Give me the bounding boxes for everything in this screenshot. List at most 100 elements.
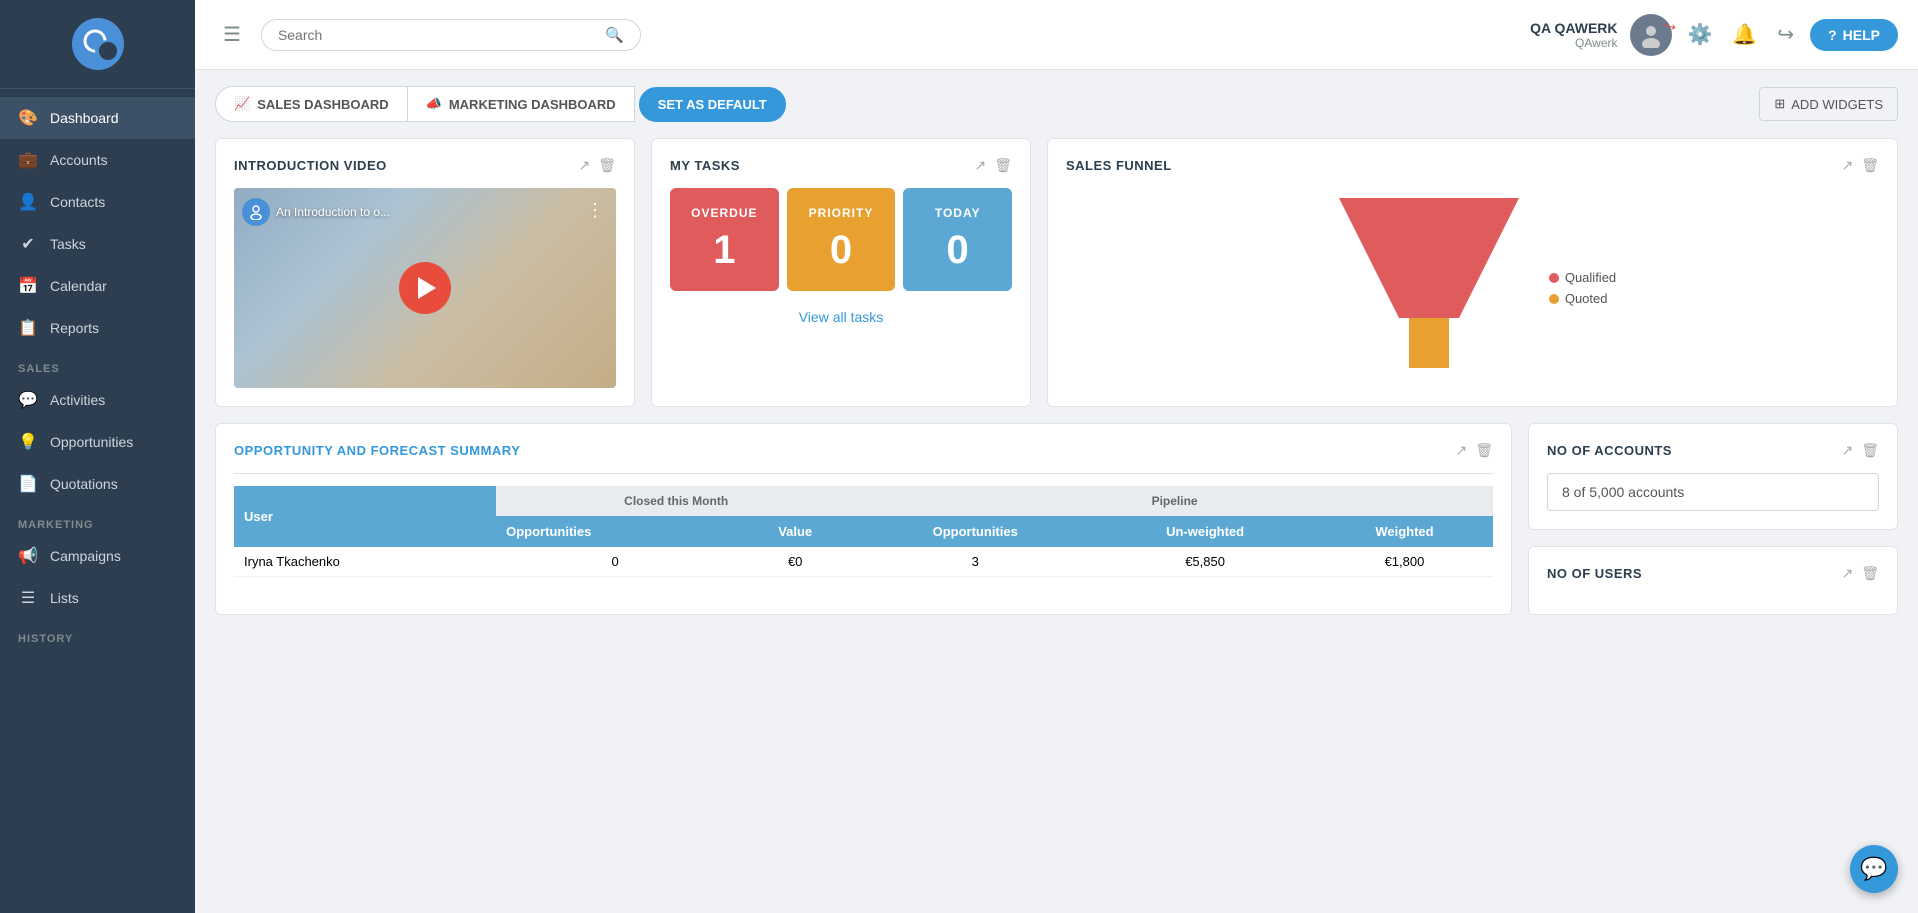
quotations-icon: 📄: [18, 474, 38, 494]
expand-opp-button[interactable]: ↗: [1455, 442, 1467, 459]
tab-marketing-dashboard[interactable]: 📣 MARKETING DASHBOARD: [408, 86, 635, 122]
content-area: 📈 SALES DASHBOARD 📣 MARKETING DASHBOARD …: [195, 70, 1918, 913]
sidebar-item-label: Calendar: [50, 278, 107, 294]
topbar-right: QA QAWERK QAwerk ⚙️ → 🔔 ↪ ? HELP: [1530, 14, 1898, 56]
quoted-label: Quoted: [1565, 291, 1608, 306]
sidebar-item-label: Activities: [50, 392, 105, 408]
sidebar-item-reports[interactable]: 📋 Reports: [0, 307, 195, 349]
section-label-marketing: MARKETING: [0, 505, 195, 535]
sales-funnel-widget: SALES FUNNEL ↗ 🗑: [1047, 138, 1898, 407]
add-widgets-button[interactable]: ⊞ ADD WIDGETS: [1759, 87, 1898, 121]
sidebar-item-contacts[interactable]: 👤 Contacts: [0, 181, 195, 223]
opportunity-widget: OPPORTUNITY AND FORECAST SUMMARY ↗ 🗑 Use…: [215, 423, 1512, 615]
sidebar-item-label: Dashboard: [50, 110, 119, 126]
sidebar-item-label: Opportunities: [50, 434, 133, 450]
accounts-count-value: 8 of 5,000 accounts: [1562, 484, 1684, 500]
today-task-box[interactable]: TODAY 0: [903, 188, 1012, 291]
delete-tasks-button[interactable]: 🗑: [994, 157, 1012, 174]
sidebar-item-campaigns[interactable]: 📢 Campaigns: [0, 535, 195, 577]
overdue-task-box[interactable]: OVERDUE 1: [670, 188, 779, 291]
legend-qualified: Qualified: [1549, 270, 1616, 285]
chat-float-button[interactable]: 💬: [1850, 845, 1898, 893]
tasks-icon: ✔: [18, 234, 38, 254]
help-icon: ?: [1828, 27, 1837, 43]
logout-button[interactable]: ↪: [1773, 18, 1798, 51]
section-label-history: HISTORY: [0, 619, 195, 649]
notifications-button[interactable]: 🔔: [1728, 18, 1761, 51]
sidebar-item-activities[interactable]: 💬 Activities: [0, 379, 195, 421]
view-all-tasks-button[interactable]: View all tasks: [670, 305, 1012, 329]
widget-actions-funnel: ↗ 🗑: [1841, 157, 1879, 174]
sidebar-item-quotations[interactable]: 📄 Quotations: [0, 463, 195, 505]
bell-icon: 🔔: [1732, 24, 1757, 46]
col-weighted-header: Weighted: [1316, 516, 1493, 547]
col-pipeline-opp-header: Opportunities: [856, 516, 1094, 547]
overdue-count: 1: [713, 228, 735, 273]
sidebar-nav: 🎨 Dashboard 💼 Accounts 👤 Contacts ✔ Task…: [0, 89, 195, 913]
set-default-label: SET AS DEFAULT: [658, 97, 767, 112]
gear-icon: ⚙️: [1688, 24, 1713, 46]
tab-set-default[interactable]: SET AS DEFAULT: [639, 87, 786, 122]
dashboard-tabs: 📈 SALES DASHBOARD 📣 MARKETING DASHBOARD …: [215, 86, 1898, 122]
widget-header-opp: OPPORTUNITY AND FORECAST SUMMARY ↗ 🗑: [234, 442, 1493, 459]
exit-icon: ↪: [1777, 24, 1794, 46]
today-label: TODAY: [935, 206, 981, 220]
megaphone-icon: 📣: [426, 96, 442, 112]
row-user: Iryna Tkachenko: [234, 547, 496, 577]
expand-funnel-button[interactable]: ↗: [1841, 157, 1853, 174]
sidebar-item-label: Lists: [50, 590, 79, 606]
delete-intro-button[interactable]: 🗑: [598, 157, 616, 174]
sidebar-item-opportunities[interactable]: 💡 Opportunities: [0, 421, 195, 463]
main-area: ☰ 🔍 QA QAWERK QAwerk ⚙️ → 🔔: [195, 0, 1918, 913]
chat-icon: 💬: [1860, 856, 1887, 882]
sidebar-item-accounts[interactable]: 💼 Accounts: [0, 139, 195, 181]
app-logo: [72, 18, 124, 70]
intro-video-title: INTRODUCTION VIDEO: [234, 158, 387, 173]
sales-funnel-title: SALES FUNNEL: [1066, 158, 1172, 173]
expand-accounts-button[interactable]: ↗: [1841, 442, 1853, 459]
pipeline-header: Pipeline: [856, 486, 1493, 516]
widget-actions-accounts: ↗ 🗑: [1841, 442, 1879, 459]
chart-icon: 📈: [234, 96, 250, 112]
col-user-header: User: [234, 486, 496, 547]
col-opp-header: Opportunities: [496, 516, 734, 547]
delete-opp-button[interactable]: 🗑: [1475, 442, 1493, 459]
opportunity-title: OPPORTUNITY AND FORECAST SUMMARY: [234, 443, 520, 458]
legend-quoted: Quoted: [1549, 291, 1616, 306]
lists-icon: ☰: [18, 588, 38, 608]
delete-funnel-button[interactable]: 🗑: [1861, 157, 1879, 174]
tab-marketing-label: MARKETING DASHBOARD: [449, 97, 616, 112]
expand-intro-button[interactable]: ↗: [578, 157, 590, 174]
sidebar-item-dashboard[interactable]: 🎨 Dashboard: [0, 97, 195, 139]
row-closed-opp: 0: [496, 547, 734, 577]
sidebar-item-lists[interactable]: ☰ Lists: [0, 577, 195, 619]
video-thumbnail[interactable]: An Introduction to o... ⋮: [234, 188, 616, 388]
hamburger-button[interactable]: ☰: [215, 18, 249, 51]
col-unweighted-header: Un-weighted: [1094, 516, 1316, 547]
table-row: Iryna Tkachenko 0 €0 3 €5,850 €1,800: [234, 547, 1493, 577]
settings-button[interactable]: ⚙️ →: [1684, 18, 1717, 51]
no-users-title: NO OF USERS: [1547, 566, 1642, 581]
opportunity-table: User Closed this Month Pipeline Opportun…: [234, 486, 1493, 577]
right-column: NO OF ACCOUNTS ↗ 🗑 8 of 5,000 accounts N…: [1528, 423, 1898, 615]
help-button[interactable]: ? HELP: [1810, 19, 1898, 51]
video-dots-button[interactable]: ⋮: [586, 200, 604, 221]
row-pipeline-opp: 3: [856, 547, 1094, 577]
video-play-button[interactable]: [399, 262, 451, 314]
widget-actions-intro: ↗ 🗑: [578, 157, 616, 174]
user-name: QA QAWERK: [1530, 20, 1617, 36]
sidebar-item-label: Accounts: [50, 152, 108, 168]
expand-users-button[interactable]: ↗: [1841, 565, 1853, 582]
dashboard-icon: 🎨: [18, 108, 38, 128]
tab-sales-dashboard[interactable]: 📈 SALES DASHBOARD: [215, 86, 408, 122]
priority-task-box[interactable]: PRIORITY 0: [787, 188, 896, 291]
search-input[interactable]: [278, 27, 597, 43]
delete-accounts-button[interactable]: 🗑: [1861, 442, 1879, 459]
funnel-legend: Qualified Quoted: [1549, 270, 1616, 306]
sidebar-item-calendar[interactable]: 📅 Calendar: [0, 265, 195, 307]
expand-tasks-button[interactable]: ↗: [974, 157, 986, 174]
delete-users-button[interactable]: 🗑: [1861, 565, 1879, 582]
help-label: HELP: [1843, 27, 1880, 43]
sidebar-item-tasks[interactable]: ✔ Tasks: [0, 223, 195, 265]
widget-actions-users: ↗ 🗑: [1841, 565, 1879, 582]
